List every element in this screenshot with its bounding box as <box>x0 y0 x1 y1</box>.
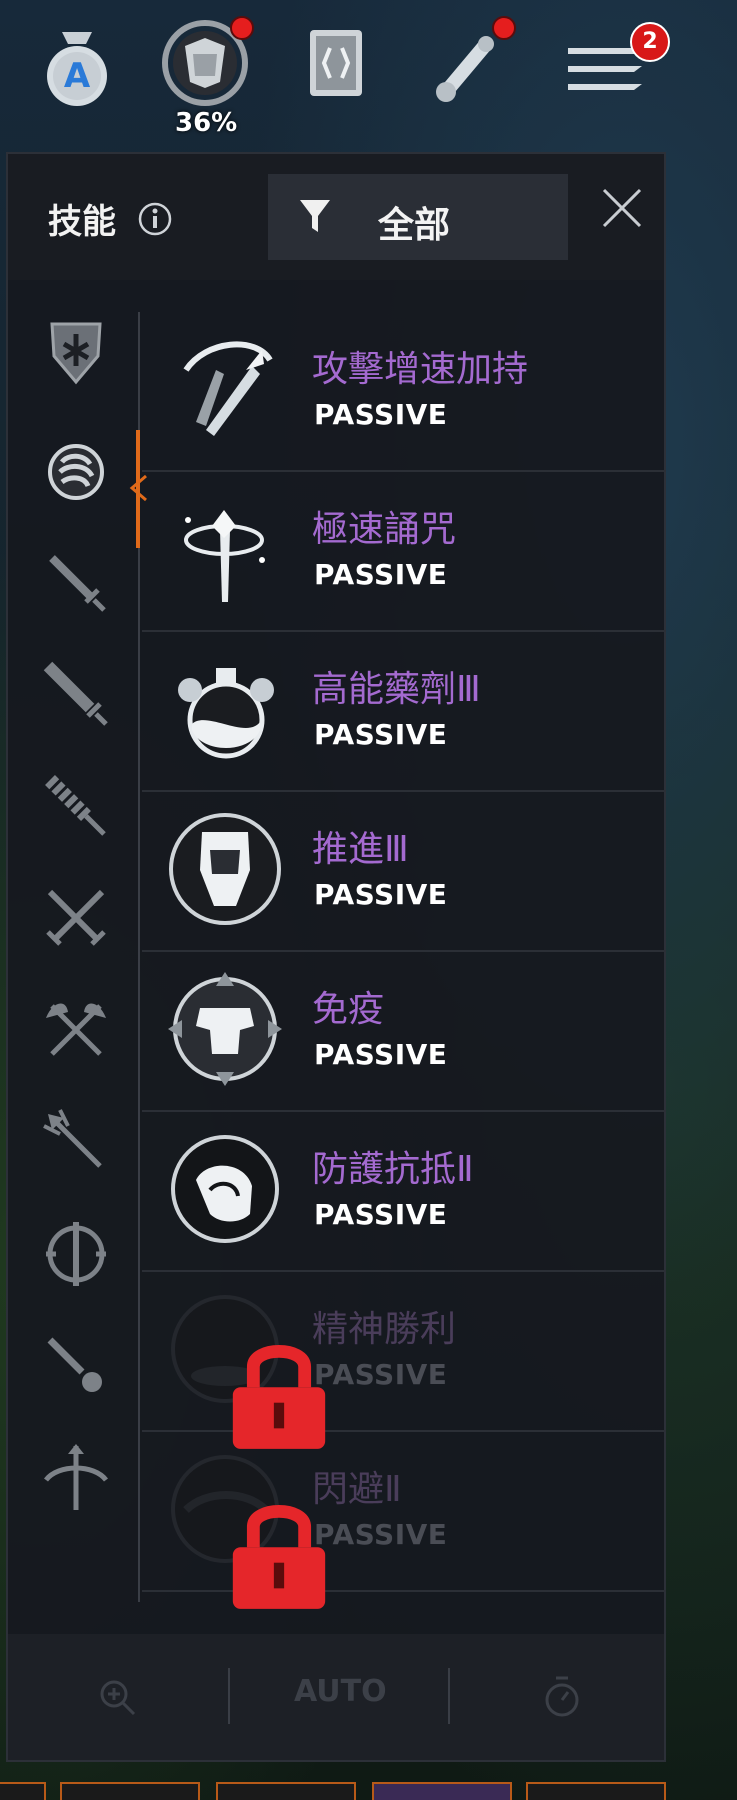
spell-staff-icon <box>184 510 265 602</box>
skill-row-5[interactable]: 免疫 PASSIVE <box>142 952 666 1112</box>
skill-icon <box>166 1290 326 1449</box>
divider <box>228 1668 230 1724</box>
sidebar-item-crossbow[interactable] <box>38 1440 114 1516</box>
skill-type: PASSIVE <box>314 558 448 591</box>
sidebar-item-shield[interactable] <box>38 312 114 388</box>
skill-icon <box>166 970 284 1088</box>
skill-row-3[interactable]: 高能藥劑Ⅲ PASSIVE <box>142 632 666 792</box>
skill-row-7[interactable]: 精神勝利 PASSIVE <box>142 1272 666 1449</box>
armor-notification-dot <box>230 16 254 40</box>
armor-button[interactable] <box>160 16 254 108</box>
sidebar-item-axes[interactable] <box>38 992 114 1068</box>
hand-fist-icon <box>48 444 104 500</box>
info-icon[interactable] <box>138 202 172 236</box>
sidebar-item-sword[interactable] <box>38 544 114 620</box>
skill-name: 精神勝利 <box>312 1309 457 1350</box>
skill-icon <box>166 330 284 448</box>
greatsword-icon <box>43 661 108 726</box>
skill-type: PASSIVE <box>314 1358 448 1391</box>
skill-row-8[interactable]: 閃避Ⅱ PASSIVE <box>142 1432 666 1609</box>
menu-badge: 2 <box>630 22 670 62</box>
weapon-category-sidebar <box>8 312 140 1602</box>
hotbar-slot[interactable] <box>526 1782 666 1800</box>
skill-name: 免疫 <box>312 989 385 1030</box>
filter-label: 全部 <box>378 205 451 246</box>
skill-name: 極速誦咒 <box>312 509 457 550</box>
fist-emblem-icon <box>169 813 281 925</box>
skill-name: 推進Ⅲ <box>312 829 409 870</box>
quest-scroll-button[interactable] <box>420 16 516 108</box>
armor-compass-icon <box>168 972 282 1086</box>
skill-type: PASSIVE <box>314 1038 448 1071</box>
panel-bottom-bar: AUTO <box>8 1634 664 1760</box>
skill-icon <box>166 810 284 928</box>
lock-icon <box>232 1504 326 1609</box>
hotbar-edge <box>0 1782 737 1800</box>
auto-button[interactable]: AUTO <box>294 1674 387 1709</box>
skill-row-1[interactable]: 攻擊增速加持 PASSIVE <box>142 312 666 472</box>
sidebar-item-greatsword[interactable] <box>38 656 114 732</box>
crossed-axes-icon <box>46 1003 106 1056</box>
dagger-icon <box>47 1337 102 1392</box>
bag-button[interactable]: A <box>32 18 122 108</box>
potion-icon <box>178 668 274 759</box>
skill-row-4[interactable]: 推進Ⅲ PASSIVE <box>142 792 666 952</box>
top-hud: A 36% 2 <box>0 0 737 150</box>
spiked-club-icon <box>45 775 106 836</box>
sidebar-item-club[interactable] <box>38 768 114 844</box>
skill-type: PASSIVE <box>314 1198 448 1231</box>
hotbar-slot[interactable] <box>216 1782 356 1800</box>
zoom-icon[interactable] <box>98 1678 138 1718</box>
skill-name: 高能藥劑Ⅲ <box>312 669 481 710</box>
bag-letter: A <box>63 56 91 96</box>
sidebar-item-dual-swords[interactable] <box>38 880 114 956</box>
stopwatch-icon[interactable] <box>542 1674 582 1718</box>
skill-icon <box>166 490 284 608</box>
armor-percent: 36% <box>175 108 238 138</box>
hotbar-slot[interactable] <box>372 1782 512 1800</box>
filter-funnel-icon <box>300 200 330 232</box>
guard-hand-icon <box>171 1135 279 1243</box>
hotbar-slot[interactable] <box>0 1782 46 1800</box>
book-icon <box>310 30 362 96</box>
close-icon[interactable] <box>594 180 650 236</box>
sword-icon <box>49 555 106 612</box>
skill-type: PASSIVE <box>314 1518 448 1551</box>
divider <box>448 1668 450 1724</box>
skill-name: 閃避Ⅱ <box>312 1469 402 1510</box>
skill-type: PASSIVE <box>314 398 448 431</box>
skill-name: 攻擊增速加持 <box>312 349 529 390</box>
main-menu-button[interactable]: 2 <box>560 18 670 108</box>
codex-button[interactable] <box>290 18 380 108</box>
haste-blades-icon <box>183 341 273 436</box>
crossed-swords-icon <box>46 889 106 946</box>
wheel-blade-icon <box>46 1222 106 1286</box>
crossbow-icon <box>44 1444 108 1510</box>
filter-dropdown[interactable]: 全部 <box>268 174 568 260</box>
skill-type: PASSIVE <box>314 718 448 751</box>
panel-header: 技能 全部 <box>8 154 664 280</box>
sidebar-item-dagger[interactable] <box>38 1328 114 1404</box>
skill-icon <box>166 650 284 768</box>
trident-icon <box>43 1109 102 1168</box>
skill-type: PASSIVE <box>314 878 448 911</box>
skill-row-6[interactable]: 防護抗抵Ⅱ PASSIVE <box>142 1112 666 1272</box>
panel-title: 技能 <box>48 202 116 242</box>
skills-panel: 技能 全部 攻擊增速加持 PASSIVE 極速誦咒 PASSIVE 高能藥劑Ⅲ … <box>6 152 666 1762</box>
skill-name: 防護抗抵Ⅱ <box>312 1149 474 1190</box>
skill-row-2[interactable]: 極速誦咒 PASSIVE <box>142 472 666 632</box>
quest-notification-dot <box>492 16 516 40</box>
skill-icon <box>166 1450 326 1609</box>
shield-cross-icon <box>50 322 102 385</box>
skill-icon <box>166 1130 284 1248</box>
sidebar-item-spear[interactable] <box>38 1104 114 1180</box>
sidebar-item-wheel[interactable] <box>38 1216 114 1292</box>
sidebar-item-fist[interactable] <box>38 432 114 508</box>
hotbar-slot[interactable] <box>60 1782 200 1800</box>
